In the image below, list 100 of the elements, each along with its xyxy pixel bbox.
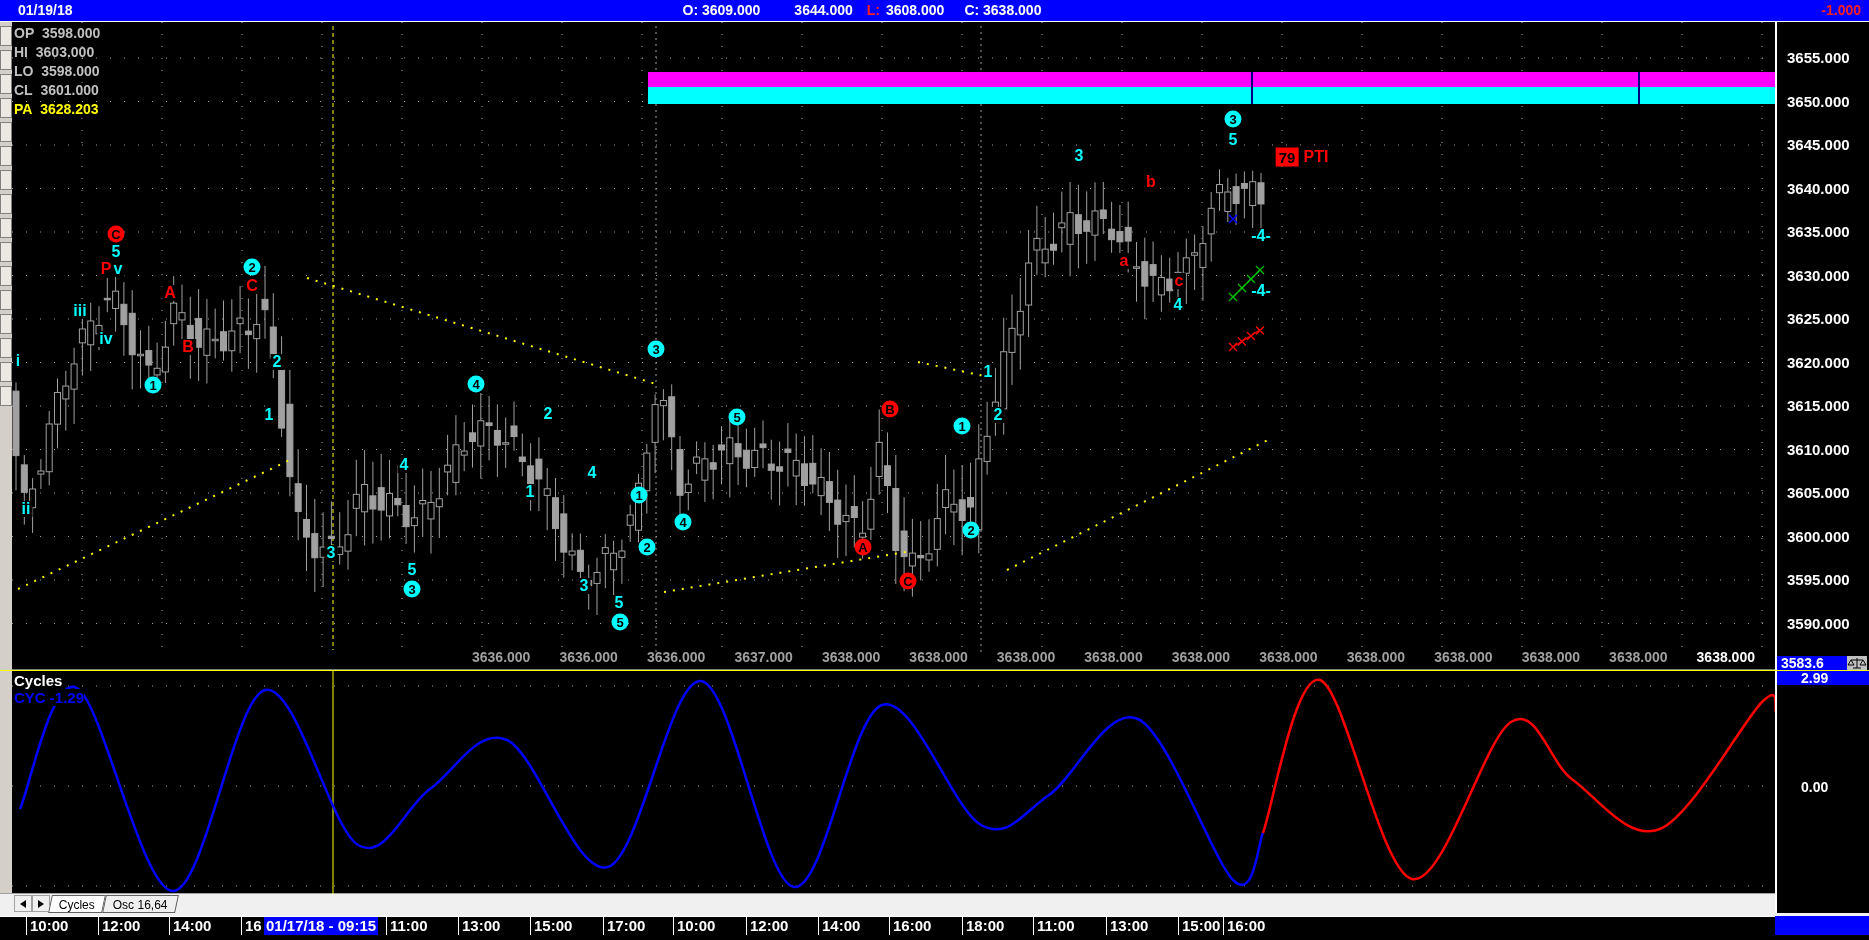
- tool-icon[interactable]: [0, 290, 12, 310]
- circled-wave-label: 1: [953, 417, 971, 435]
- price-axis-label: 3630.000: [1787, 265, 1850, 286]
- price-axis-label: 3620.000: [1787, 352, 1850, 373]
- column-value: 3638.000: [821, 648, 881, 667]
- circled-wave-label: B: [881, 400, 899, 418]
- time-axis-label: 13:00: [458, 917, 501, 935]
- tool-icon[interactable]: [0, 50, 12, 70]
- tool-icon[interactable]: [0, 122, 12, 142]
- wave-label: -4-: [1249, 228, 1273, 244]
- price-axis-label: 3610.000: [1787, 439, 1850, 460]
- column-value: 3638.000: [1521, 648, 1581, 667]
- tool-icon[interactable]: [0, 218, 12, 238]
- low-price: 3608.000: [885, 1, 945, 20]
- tool-icon[interactable]: [0, 170, 12, 190]
- ohlc-readout: PA 3628.203: [14, 100, 100, 119]
- wave-label: iii: [71, 303, 89, 319]
- wave-label: 5: [612, 595, 626, 611]
- wave-label: 3: [1072, 148, 1086, 164]
- circled-wave-label: 4: [467, 375, 485, 393]
- wave-label: c: [1172, 273, 1186, 289]
- wave-label: 1: [523, 484, 537, 500]
- time-axis-label: 17:00: [603, 917, 646, 935]
- wave-label: 1: [262, 407, 276, 423]
- wave-label: 2: [991, 407, 1005, 423]
- tool-icon[interactable]: [0, 386, 12, 406]
- tool-icon[interactable]: [0, 98, 12, 118]
- scroll-right-button[interactable]: [32, 895, 50, 912]
- column-value: 3638.000: [1084, 648, 1143, 667]
- wave-label: A: [162, 285, 178, 301]
- ohlc-readout: LO 3598.000: [14, 62, 101, 81]
- low-label: L:: [866, 1, 880, 20]
- price-axis-label: 3640.000: [1787, 178, 1850, 199]
- time-axis-label: 12:00: [98, 917, 141, 935]
- circled-wave-label: 3: [403, 580, 421, 598]
- ohlc-readout: OP 3598.000: [14, 24, 101, 43]
- cycle-axis-marker: 2.99: [1777, 671, 1869, 685]
- column-value: 3636.000: [646, 648, 706, 667]
- tool-icon[interactable]: [0, 362, 12, 382]
- pane-tab[interactable]: Cycles: [48, 894, 106, 913]
- tool-icon[interactable]: [0, 194, 12, 214]
- circled-wave-label: 1: [144, 376, 162, 394]
- cycle-axis-label: 0.00: [1801, 778, 1829, 797]
- price-axis-label: 3605.000: [1787, 482, 1850, 503]
- wave-label: 5: [405, 562, 419, 578]
- time-axis-label: 14:00: [169, 917, 212, 935]
- circled-wave-label: 3: [647, 340, 665, 358]
- wave-label: 5: [1226, 132, 1240, 148]
- circled-wave-label: 1: [630, 486, 648, 504]
- circled-wave-label: 5: [611, 613, 629, 631]
- column-value: 3638.000: [1696, 648, 1755, 667]
- circled-wave-label: 2: [638, 538, 656, 556]
- tool-icon[interactable]: [0, 314, 12, 334]
- column-value: 3638.000: [996, 648, 1056, 667]
- column-value: 3638.000: [909, 648, 968, 667]
- wave-label: -4-: [1249, 283, 1273, 299]
- wave-label: 4: [1171, 297, 1185, 313]
- price-axis-label: 3650.000: [1787, 91, 1850, 112]
- time-axis-label: 14:00: [818, 917, 861, 935]
- open-price: O: 3609.000: [682, 1, 761, 20]
- column-value: 3638.000: [1346, 648, 1406, 667]
- cycle-reading: CYC -1.29: [14, 689, 85, 706]
- price-axis-label: 3595.000: [1787, 569, 1850, 590]
- time-axis-label: 15:00: [1178, 917, 1221, 935]
- wave-label: 5: [109, 244, 123, 260]
- tool-icon[interactable]: [0, 74, 12, 94]
- column-value: 3636.000: [559, 648, 618, 667]
- pane-tab[interactable]: Osc 16,64: [102, 894, 179, 913]
- circled-wave-label: C: [899, 572, 917, 590]
- wave-label: PTI: [1301, 149, 1331, 165]
- time-axis-label: 10:00: [673, 917, 716, 935]
- tool-icon[interactable]: [0, 242, 12, 262]
- circled-wave-label: 5: [728, 408, 746, 426]
- tool-icon[interactable]: [0, 26, 12, 46]
- time-axis-label: 16:00: [1223, 917, 1266, 935]
- time-axis-label: 10:00: [26, 917, 69, 935]
- scroll-left-button[interactable]: [14, 895, 32, 912]
- circled-wave-label: 3: [1224, 110, 1242, 128]
- wave-label: 4: [397, 457, 411, 473]
- wave-label: 1: [981, 364, 995, 380]
- tool-icon[interactable]: [0, 338, 12, 358]
- wave-label: 3: [577, 578, 591, 594]
- price-axis-label: 3590.000: [1787, 613, 1850, 634]
- column-value: 3638.000: [1259, 648, 1318, 667]
- price-axis-label: 3600.000: [1787, 526, 1850, 547]
- circled-wave-label: 2: [243, 258, 261, 276]
- time-axis-label: 16: [241, 917, 262, 935]
- wave-label: 2: [541, 406, 555, 422]
- column-value: 3636.000: [472, 648, 531, 667]
- price-axis-label: 3625.000: [1787, 308, 1850, 329]
- tool-icon[interactable]: [0, 146, 12, 166]
- wave-label: b: [1144, 174, 1158, 190]
- ohlc-readout: HI 3603.000: [14, 43, 96, 62]
- pane-title: Cycles: [14, 672, 63, 689]
- wave-label: a: [1117, 253, 1131, 269]
- wave-label: 3: [324, 545, 338, 561]
- time-axis-label: 13:00: [1106, 917, 1149, 935]
- tool-icon[interactable]: [0, 266, 12, 286]
- circled-wave-label: 4: [674, 513, 692, 531]
- right-triangle-icon: [38, 899, 44, 908]
